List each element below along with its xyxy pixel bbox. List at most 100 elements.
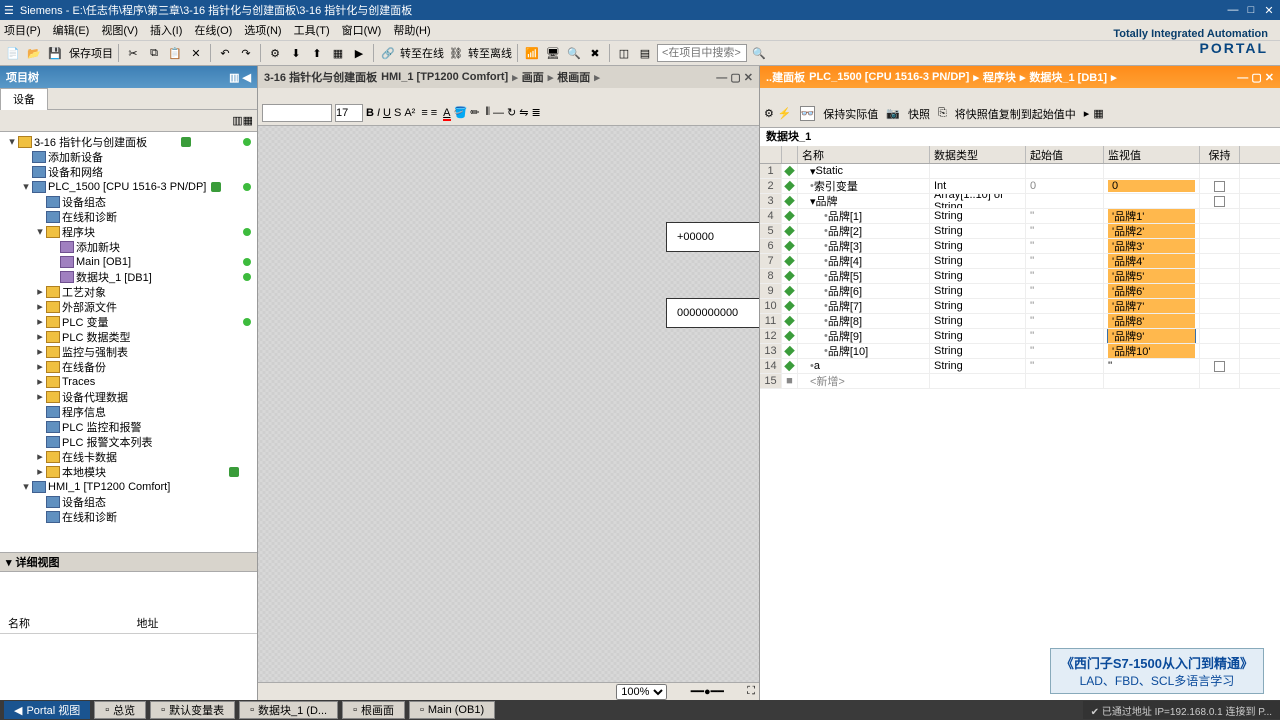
menu-item[interactable]: 视图(V): [101, 22, 138, 38]
start-icon[interactable]: ▶: [350, 44, 368, 62]
bottom-tab[interactable]: ▫总览: [94, 701, 146, 719]
db-grid[interactable]: 名称 数据类型 起始值 监视值 保持 1▾ Static2• 索引变量Int00…: [760, 146, 1280, 700]
db-goggles-icon[interactable]: 👓: [800, 106, 816, 121]
tree-node[interactable]: 添加新块: [0, 239, 257, 254]
copy-snap-icon[interactable]: ⎘: [938, 107, 947, 120]
paste-icon[interactable]: 📋: [166, 44, 184, 62]
tree-expand-icon[interactable]: ▦: [243, 114, 253, 127]
devices-tab[interactable]: 设备: [0, 88, 48, 110]
italic-icon[interactable]: I: [377, 107, 380, 119]
db-row[interactable]: 2• 索引变量Int00: [760, 179, 1280, 194]
tree-node[interactable]: ▾HMI_1 [TP1200 Comfort]: [0, 479, 257, 494]
tree-node[interactable]: Main [OB1]: [0, 254, 257, 269]
strike-icon[interactable]: S: [394, 107, 401, 119]
db-row[interactable]: 14• aString'''': [760, 359, 1280, 374]
db-tool1-icon[interactable]: ⚙: [764, 107, 774, 120]
tree-node[interactable]: ▸Traces: [0, 374, 257, 389]
layer-icon[interactable]: ≣: [531, 106, 540, 119]
tree-node[interactable]: 在线和诊断: [0, 509, 257, 524]
bottom-tab[interactable]: ▫Main (OB1): [409, 701, 495, 719]
underline-icon[interactable]: U: [383, 107, 391, 119]
tree-node[interactable]: PLC 报警文本列表: [0, 434, 257, 449]
tree-node[interactable]: PLC 监控和报警: [0, 419, 257, 434]
go-online-icon[interactable]: 🔗: [379, 44, 397, 62]
maximize-icon[interactable]: □: [1244, 3, 1258, 17]
superscript-icon[interactable]: A²: [404, 107, 415, 119]
snapshot-label[interactable]: 快照: [904, 106, 934, 122]
io-field[interactable]: +00000: [666, 222, 759, 252]
menu-item[interactable]: 在线(O): [194, 22, 232, 38]
db-row[interactable]: 1▾ Static: [760, 164, 1280, 179]
snapshot-icon[interactable]: 📷: [886, 107, 900, 120]
cut-icon[interactable]: ✂: [124, 44, 142, 62]
delete2-icon[interactable]: ✖: [586, 44, 604, 62]
save-icon[interactable]: 💾: [46, 44, 64, 62]
simulate-icon[interactable]: ▦: [329, 44, 347, 62]
tree-node[interactable]: 设备组态: [0, 194, 257, 209]
fit-icon[interactable]: ⛶: [747, 685, 755, 698]
menu-item[interactable]: 窗口(W): [342, 22, 382, 38]
accessible-devices-icon[interactable]: 📶: [523, 44, 541, 62]
upload-icon[interactable]: ⬆: [308, 44, 326, 62]
db-row[interactable]: 8• 品牌[5]String'''品牌5': [760, 269, 1280, 284]
breadcrumb-item[interactable]: 根画面: [557, 69, 590, 85]
bold-icon[interactable]: B: [366, 107, 374, 119]
menu-item[interactable]: 编辑(E): [53, 22, 90, 38]
font-color-icon[interactable]: A: [443, 107, 450, 119]
db-row[interactable]: 7• 品牌[4]String'''品牌4': [760, 254, 1280, 269]
tree-node[interactable]: ▾程序块: [0, 224, 257, 239]
breadcrumb-item[interactable]: PLC_1500 [CPU 1516-3 PN/DP]: [809, 71, 969, 83]
io-field[interactable]: 0000000000: [666, 298, 759, 328]
db-more-icon[interactable]: ▸: [1084, 107, 1090, 120]
tree-node[interactable]: ▾3-16 指针化与创建面板: [0, 134, 257, 149]
tree-node[interactable]: ▸外部源文件: [0, 299, 257, 314]
search-icon[interactable]: 🔍: [750, 44, 768, 62]
db-row[interactable]: 13• 品牌[10]String'''品牌10': [760, 344, 1280, 359]
menu-item[interactable]: 项目(P): [4, 22, 41, 38]
copy-snap-label[interactable]: 将快照值复制到起始值中: [951, 106, 1080, 122]
open-project-icon[interactable]: 📂: [25, 44, 43, 62]
tree-node[interactable]: ▸设备代理数据: [0, 389, 257, 404]
undo-icon[interactable]: ↶: [216, 44, 234, 62]
go-online-label[interactable]: 转至在线: [400, 45, 444, 61]
breadcrumb-item[interactable]: 画面: [522, 69, 544, 85]
breadcrumb-item[interactable]: 3-16 指针化与创建面板: [264, 69, 377, 85]
font-size-input[interactable]: [335, 104, 363, 122]
h-align-icon[interactable]: ⫴: [485, 106, 490, 119]
new-project-icon[interactable]: 📄: [4, 44, 22, 62]
tree-node[interactable]: ▸在线备份: [0, 359, 257, 374]
close-icon[interactable]: ✕: [1262, 3, 1276, 17]
go-offline-label[interactable]: 转至离线: [468, 45, 512, 61]
breadcrumb-item[interactable]: 程序块: [983, 69, 1016, 85]
menu-item[interactable]: 帮助(H): [393, 22, 430, 38]
db-row[interactable]: 9• 品牌[6]String'''品牌6': [760, 284, 1280, 299]
tree-node[interactable]: ▾PLC_1500 [CPU 1516-3 PN/DP]: [0, 179, 257, 194]
db-row[interactable]: 3▾ 品牌Array[1..10] of String: [760, 194, 1280, 209]
keep-actual-label[interactable]: 保持实际值: [819, 106, 882, 122]
download-icon[interactable]: ⬇: [287, 44, 305, 62]
db-row[interactable]: 15■<新增>: [760, 374, 1280, 389]
fill-color-icon[interactable]: 🪣: [454, 106, 468, 119]
tree-node[interactable]: ▸监控与强制表: [0, 344, 257, 359]
db-tool2-icon[interactable]: ⚡: [778, 107, 792, 120]
project-tree[interactable]: ▾3-16 指针化与创建面板添加新设备设备和网络▾PLC_1500 [CPU 1…: [0, 132, 257, 552]
tree-node[interactable]: ▸工艺对象: [0, 284, 257, 299]
zoom-select[interactable]: 100%: [616, 684, 667, 700]
db-row[interactable]: 10• 品牌[7]String'''品牌7': [760, 299, 1280, 314]
font-family-input[interactable]: [262, 104, 332, 122]
tree-node[interactable]: 设备和网络: [0, 164, 257, 179]
flip-icon[interactable]: ⇋: [519, 106, 528, 119]
detail-view-header[interactable]: ▾详细视图: [0, 552, 257, 572]
menu-item[interactable]: 插入(I): [150, 22, 182, 38]
db-row[interactable]: 4• 品牌[1]String'''品牌1': [760, 209, 1280, 224]
bottom-tab[interactable]: ▫数据块_1 (D...: [239, 701, 338, 719]
align-left-icon[interactable]: ≡: [421, 107, 427, 119]
tree-node[interactable]: ▸在线卡数据: [0, 449, 257, 464]
device-config-icon[interactable]: 🖥: [544, 44, 562, 62]
tree-node[interactable]: 添加新设备: [0, 149, 257, 164]
split-icon[interactable]: ◫: [615, 44, 633, 62]
menu-item[interactable]: 选项(N): [244, 22, 281, 38]
delete-icon[interactable]: ✕: [187, 44, 205, 62]
copy-icon[interactable]: ⧉: [145, 44, 163, 62]
cross-ref-icon[interactable]: 🔍: [565, 44, 583, 62]
